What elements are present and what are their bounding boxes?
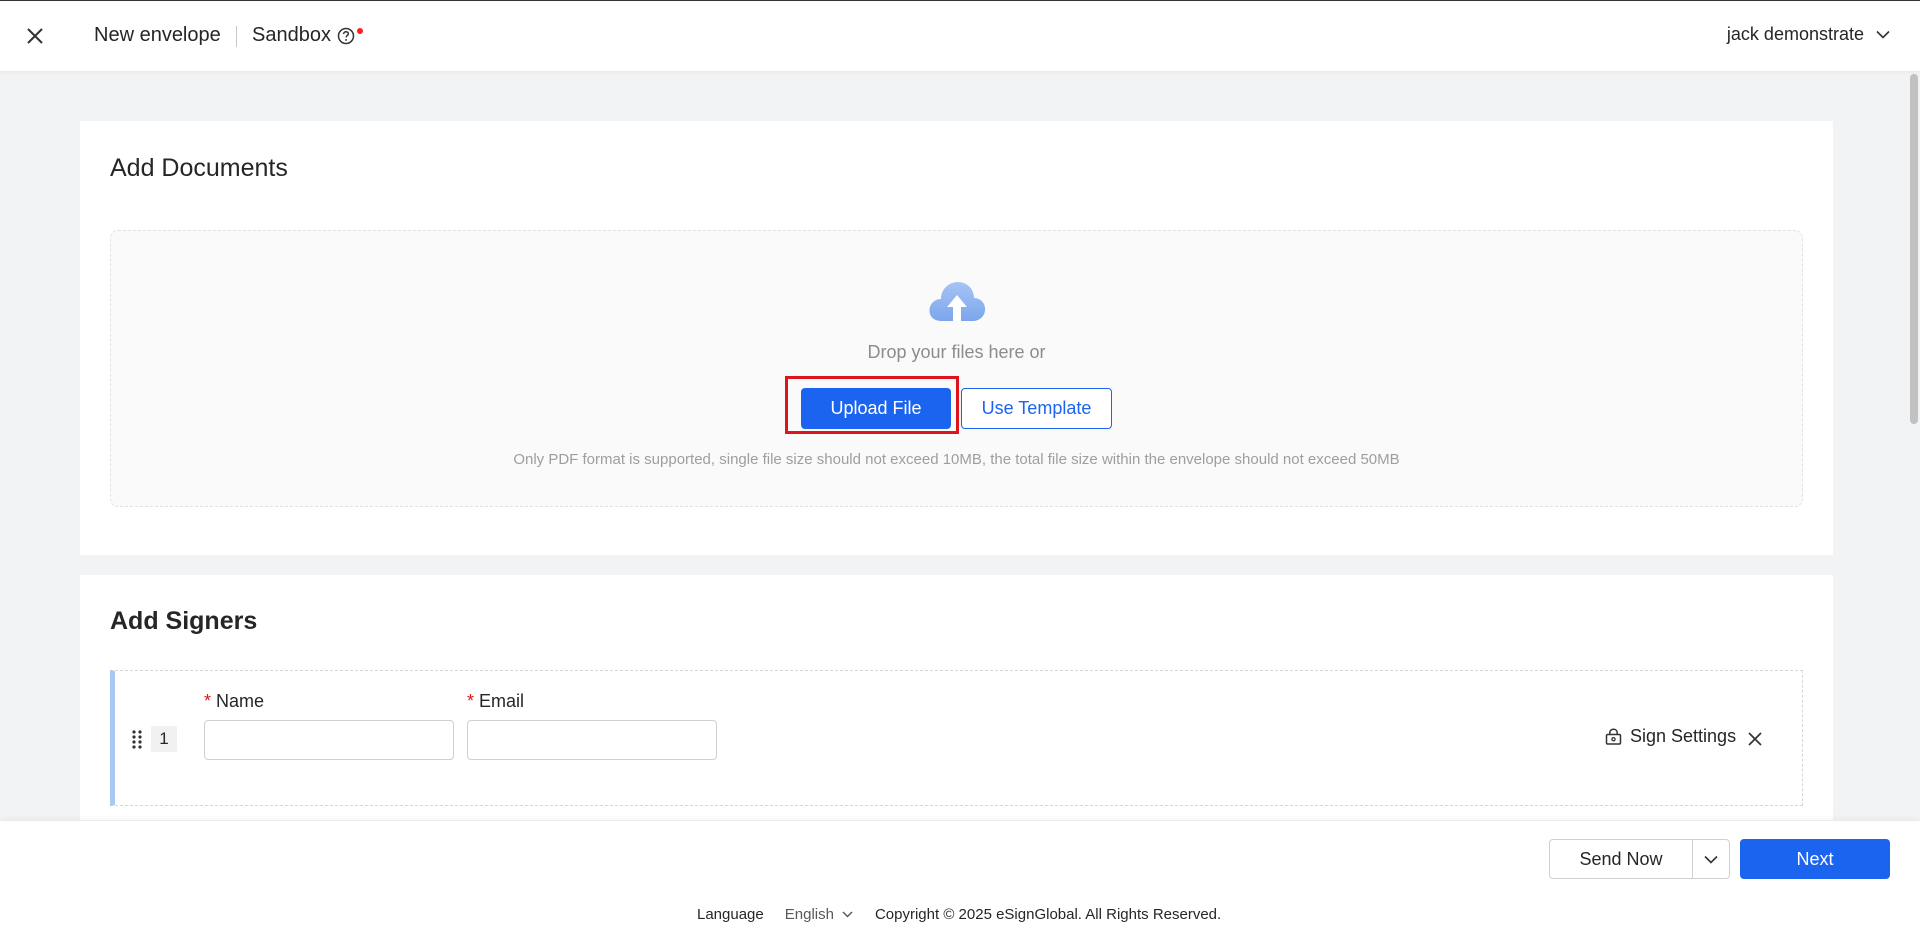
upload-hint-text: Only PDF format is supported, single fil…	[513, 451, 1400, 468]
cloud-upload-icon	[929, 282, 986, 321]
lock-icon	[1605, 728, 1622, 745]
close-icon	[1748, 732, 1762, 746]
name-field-label: * Name	[204, 691, 264, 712]
chevron-down-icon	[1876, 30, 1890, 39]
environment-text: Sandbox	[252, 24, 331, 46]
user-menu[interactable]: jack demonstrate	[1727, 24, 1890, 45]
upload-file-button[interactable]: Upload File	[801, 388, 951, 429]
bottom-action-bar: Send Now Next	[0, 820, 1920, 896]
header-divider	[236, 26, 237, 47]
email-label-text: Email	[479, 691, 525, 711]
remove-signer-button[interactable]	[1744, 728, 1766, 750]
top-header: New envelope Sandbox jack demonstrate	[0, 0, 1920, 71]
send-options-dropdown[interactable]	[1692, 839, 1730, 879]
signer-email-input[interactable]	[467, 720, 717, 760]
signer-name-input[interactable]	[204, 720, 454, 760]
language-value: English	[784, 906, 834, 923]
add-signers-card: Add Signers 1 * Name * Email Sign Settings	[80, 575, 1833, 835]
add-documents-card: Add Documents Drop your files here or Up…	[80, 121, 1833, 555]
send-now-button[interactable]: Send Now	[1549, 839, 1693, 879]
signer-index: 1	[151, 726, 177, 752]
email-field-label: * Email	[467, 691, 524, 712]
notification-dot	[357, 28, 363, 34]
page-footer: Language English Copyright © 2025 eSignG…	[0, 896, 1920, 934]
copyright-text: Copyright © 2025 eSignGlobal. All Rights…	[874, 906, 1222, 923]
user-name: jack demonstrate	[1726, 24, 1864, 44]
sign-settings-button[interactable]: Sign Settings	[1605, 726, 1736, 747]
add-signers-title: Add Signers	[110, 607, 258, 635]
footer-content: Language English Copyright © 2025 eSignG…	[697, 906, 1221, 923]
help-circle-icon[interactable]	[337, 27, 355, 45]
use-template-button[interactable]: Use Template	[961, 388, 1112, 429]
chevron-down-icon	[842, 911, 853, 918]
chevron-down-icon	[1704, 855, 1718, 864]
close-envelope-button[interactable]	[22, 23, 48, 49]
language-label: Language	[697, 906, 764, 923]
language-select[interactable]: English	[785, 906, 853, 923]
add-documents-title: Add Documents	[110, 154, 288, 182]
required-mark: *	[467, 691, 475, 711]
sign-settings-label: Sign Settings	[1630, 726, 1737, 746]
file-dropzone[interactable]: Drop your files here or Upload File Use …	[110, 230, 1803, 507]
name-label-text: Name	[216, 691, 265, 711]
drop-files-text: Drop your files here or	[867, 342, 1046, 362]
environment-label: Sandbox	[252, 24, 355, 47]
next-button[interactable]: Next	[1740, 839, 1890, 879]
page-title: New envelope	[94, 24, 221, 46]
drag-handle-icon[interactable]	[131, 729, 143, 749]
required-mark: *	[204, 691, 212, 711]
signer-row: 1 * Name * Email Sign Settings	[110, 670, 1803, 806]
page-scrollbar-thumb[interactable]	[1910, 74, 1918, 424]
close-icon	[27, 28, 43, 44]
